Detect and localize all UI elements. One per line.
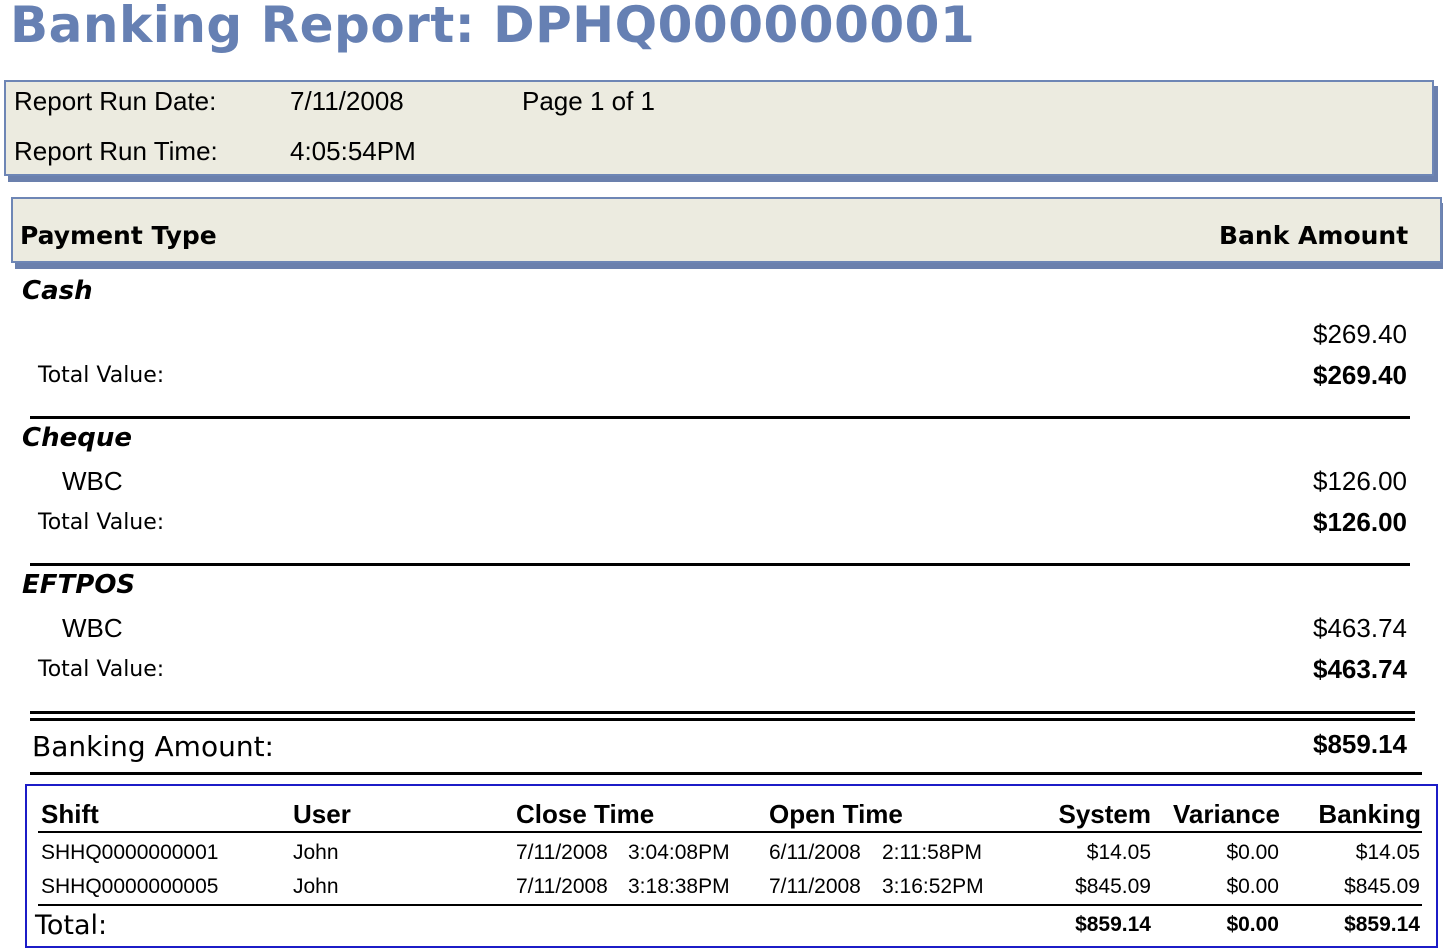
banking-divider-top <box>30 711 1415 714</box>
group-total-label: Total Value: <box>38 657 165 682</box>
open-date-cell: 6/11/2008 <box>769 841 861 864</box>
close-date-cell: 7/11/2008 <box>516 875 608 898</box>
report-info-panel <box>4 80 1434 176</box>
group-line-amount: $269.40 <box>1313 319 1407 349</box>
user-cell: John <box>293 841 339 864</box>
shift-cell: SHHQ0000000005 <box>41 875 219 898</box>
banking-total: $859.14 <box>1344 913 1420 936</box>
user-cell: John <box>293 875 339 898</box>
banking-amount-value: $859.14 <box>1313 729 1407 759</box>
system-cell: $14.05 <box>1086 841 1151 864</box>
user-header: User <box>293 799 351 829</box>
group-title-eftpos: EFTPOS <box>22 570 136 600</box>
banking-divider-top-2 <box>30 718 1415 721</box>
system-header: System <box>1058 799 1152 829</box>
shift-header: Shift <box>41 799 99 829</box>
group-line-label: WBC <box>62 613 123 643</box>
close-time-header: Close Time <box>516 799 655 829</box>
shift-total-label: Total: <box>35 910 108 941</box>
variance-total: $0.00 <box>1226 913 1279 936</box>
system-total: $859.14 <box>1075 913 1151 936</box>
group-total-amount: $269.40 <box>1313 360 1407 390</box>
group-line-amount: $463.74 <box>1313 613 1407 643</box>
open-time-header: Open Time <box>769 799 903 829</box>
banking-divider-bottom <box>30 772 1422 775</box>
open-date-cell: 7/11/2008 <box>769 875 861 898</box>
group-title-cheque: Cheque <box>22 423 132 453</box>
close-date-cell: 7/11/2008 <box>516 841 608 864</box>
page-info: Page 1 of 1 <box>522 86 655 116</box>
run-time-label: Report Run Time: <box>14 136 218 166</box>
system-cell: $845.09 <box>1075 875 1151 898</box>
group-line-amount: $126.00 <box>1313 466 1407 496</box>
shift-cell: SHHQ0000000001 <box>41 841 219 864</box>
group-total-amount: $463.74 <box>1313 654 1407 684</box>
group-total-label: Total Value: <box>38 510 165 535</box>
run-date-label: Report Run Date: <box>14 86 217 116</box>
variance-cell: $0.00 <box>1226 841 1279 864</box>
group-title-cash: Cash <box>22 276 93 306</box>
banking-cell: $14.05 <box>1355 841 1420 864</box>
group-divider <box>30 416 1410 419</box>
shift-total-rule <box>38 904 1422 906</box>
group-total-label: Total Value: <box>38 363 165 388</box>
group-divider <box>30 563 1410 566</box>
report-title: Banking Report: DPHQ000000001 <box>10 0 976 54</box>
bank-amount-header: Bank Amount <box>1219 221 1409 250</box>
run-date-value: 7/11/2008 <box>290 86 404 116</box>
group-line-label: WBC <box>62 466 123 496</box>
close-time-cell: 3:18:38PM <box>628 875 730 898</box>
open-time-cell: 3:16:52PM <box>882 875 984 898</box>
open-time-cell: 2:11:58PM <box>882 841 983 864</box>
run-time-value: 4:05:54PM <box>290 136 416 166</box>
payment-type-header: Payment Type <box>20 221 217 250</box>
variance-header: Variance <box>1173 799 1280 829</box>
banking-header: Banking <box>1318 799 1421 829</box>
shift-header-rule <box>38 831 1422 833</box>
banking-cell: $845.09 <box>1344 875 1420 898</box>
variance-cell: $0.00 <box>1226 875 1279 898</box>
close-time-cell: 3:04:08PM <box>628 841 730 864</box>
group-total-amount: $126.00 <box>1313 507 1407 537</box>
banking-amount-label: Banking Amount: <box>32 730 274 763</box>
